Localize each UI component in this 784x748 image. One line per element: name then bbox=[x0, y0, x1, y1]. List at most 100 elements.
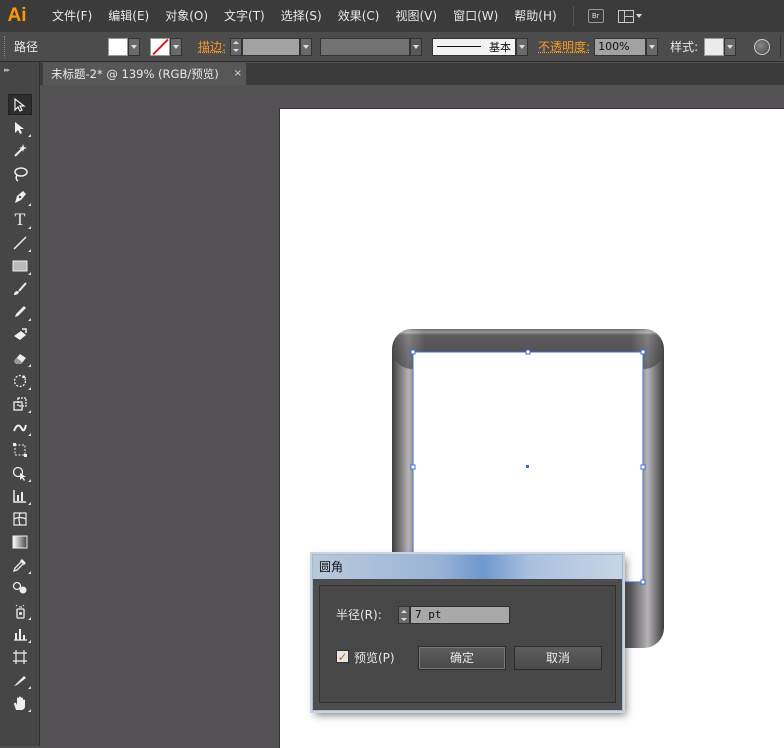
free-transform-tool[interactable] bbox=[8, 439, 32, 460]
blend-tool[interactable] bbox=[8, 577, 32, 598]
radius-input[interactable]: 7 pt bbox=[410, 606, 510, 624]
direct-selection-tool[interactable] bbox=[8, 117, 32, 138]
stroke-weight-input[interactable] bbox=[242, 37, 301, 56]
preview-checkbox[interactable]: ✓ bbox=[336, 650, 349, 663]
hand-tool[interactable] bbox=[8, 692, 32, 713]
menu-window[interactable]: 窗口(W) bbox=[445, 0, 506, 32]
shape-builder-tool[interactable] bbox=[8, 462, 32, 483]
pencil-tool[interactable] bbox=[8, 301, 32, 322]
collapse-panel-icon[interactable]: ▸▸ bbox=[4, 66, 10, 74]
gradient-tool[interactable] bbox=[8, 531, 32, 552]
control-bar: 路径 描边: 基本 不透明度: 100% 样式: bbox=[0, 32, 784, 62]
type-t-icon: T bbox=[14, 210, 26, 229]
stroke-color-picker[interactable] bbox=[150, 37, 182, 56]
opacity-dropdown[interactable] bbox=[646, 37, 659, 56]
magic-wand-tool[interactable] bbox=[8, 140, 32, 161]
graphic-style-picker[interactable] bbox=[704, 37, 737, 56]
stroke-line-preview bbox=[437, 46, 482, 47]
document-tab[interactable]: 未标题-2* @ 139% (RGB/预览) × bbox=[43, 63, 246, 85]
stroke-none-swatch[interactable] bbox=[150, 37, 170, 56]
eyedropper-icon bbox=[12, 558, 26, 572]
column-graph-icon bbox=[14, 628, 27, 641]
stroke-dropdown-button[interactable] bbox=[170, 37, 182, 56]
line-segment-tool[interactable] bbox=[8, 232, 32, 253]
arrow-up-icon bbox=[401, 609, 407, 613]
rotate-tool[interactable] bbox=[8, 370, 32, 391]
rotate-icon bbox=[13, 374, 27, 387]
cancel-button[interactable]: 取消 bbox=[514, 646, 602, 670]
selection-type-label: 路径 bbox=[14, 40, 39, 54]
menu-edit[interactable]: 编辑(E) bbox=[100, 0, 157, 32]
menu-view[interactable]: 视图(V) bbox=[387, 0, 445, 32]
scale-tool[interactable] bbox=[8, 393, 32, 414]
artboard-icon bbox=[13, 649, 27, 664]
magic-wand-icon bbox=[14, 143, 27, 157]
mesh-tool[interactable] bbox=[8, 508, 32, 529]
pen-tool[interactable] bbox=[8, 186, 32, 207]
brush-definition-dropdown[interactable] bbox=[516, 37, 529, 56]
chevron-down-icon bbox=[649, 44, 656, 49]
menu-separator bbox=[572, 6, 574, 26]
menu-type[interactable]: 文字(T) bbox=[216, 0, 273, 32]
lasso-tool[interactable] bbox=[8, 163, 32, 184]
ok-button[interactable]: 确定 bbox=[418, 646, 506, 670]
arrow-up-icon bbox=[233, 41, 240, 44]
anchor-point[interactable] bbox=[640, 579, 646, 585]
rectangle-tool[interactable] bbox=[8, 255, 32, 276]
artboard-tool[interactable] bbox=[8, 646, 32, 667]
preview-label[interactable]: 预览(P) bbox=[354, 649, 395, 666]
anchor-point[interactable] bbox=[640, 464, 646, 470]
tools-panel: ▸▸ T bbox=[0, 62, 40, 746]
selection-tool[interactable] bbox=[8, 94, 32, 115]
eraser-tool[interactable] bbox=[8, 347, 32, 368]
symbol-sprayer-tool[interactable] bbox=[8, 600, 32, 621]
paintbrush-tool[interactable] bbox=[8, 278, 32, 299]
brush-definition-picker[interactable]: 基本 bbox=[432, 37, 529, 56]
menu-help[interactable]: 帮助(H) bbox=[506, 0, 564, 32]
fill-dropdown-button[interactable] bbox=[128, 37, 140, 56]
width-tool[interactable] bbox=[8, 416, 32, 437]
direct-selection-arrow-icon bbox=[15, 121, 24, 134]
graphic-style-swatch[interactable] bbox=[704, 37, 725, 56]
menu-effect[interactable]: 效果(C) bbox=[330, 0, 388, 32]
arrange-documents-button[interactable] bbox=[617, 9, 642, 23]
anchor-point[interactable] bbox=[410, 349, 416, 355]
opacity-input[interactable]: 100% bbox=[594, 37, 647, 56]
chevron-down-icon bbox=[173, 44, 179, 49]
stroke-weight-stepper[interactable] bbox=[230, 37, 243, 56]
menu-file[interactable]: 文件(F) bbox=[44, 0, 100, 32]
slice-tool[interactable] bbox=[8, 669, 32, 690]
eyedropper-tool[interactable] bbox=[8, 554, 32, 575]
type-tool[interactable]: T bbox=[8, 209, 32, 230]
brush-definition-box[interactable]: 基本 bbox=[432, 37, 517, 56]
variable-width-dropdown[interactable] bbox=[410, 37, 423, 56]
menu-select[interactable]: 选择(S) bbox=[273, 0, 330, 32]
anchor-point[interactable] bbox=[640, 349, 646, 355]
shape-builder-icon bbox=[12, 466, 26, 481]
perspective-grid-tool[interactable] bbox=[8, 485, 32, 506]
fill-color-picker[interactable] bbox=[108, 37, 140, 56]
close-icon[interactable]: × bbox=[234, 63, 242, 85]
chevron-down-icon bbox=[303, 44, 310, 49]
fill-swatch[interactable] bbox=[108, 37, 128, 56]
variable-width-profile[interactable] bbox=[320, 37, 411, 56]
opacity-label[interactable]: 不透明度: bbox=[538, 38, 590, 55]
anchor-point[interactable] bbox=[410, 464, 416, 470]
bridge-button[interactable]: Br bbox=[587, 9, 604, 23]
lasso-icon bbox=[14, 166, 28, 182]
recolor-artwork-icon[interactable] bbox=[754, 38, 771, 55]
dialog-title-bar[interactable]: 圆角 bbox=[313, 555, 622, 579]
stroke-label[interactable]: 描边: bbox=[198, 38, 226, 55]
blob-brush-tool[interactable] bbox=[8, 324, 32, 345]
graphic-style-dropdown[interactable] bbox=[724, 37, 737, 56]
perspective-grid-icon bbox=[13, 489, 26, 503]
column-graph-tool[interactable] bbox=[8, 623, 32, 644]
paintbrush-icon bbox=[14, 281, 27, 295]
symbol-sprayer-icon bbox=[15, 604, 25, 619]
menu-object[interactable]: 对象(O) bbox=[157, 0, 216, 32]
stroke-weight-dropdown[interactable] bbox=[300, 37, 313, 56]
chevron-down-icon bbox=[413, 44, 420, 49]
hand-icon bbox=[14, 696, 25, 710]
radius-stepper[interactable] bbox=[398, 606, 410, 624]
anchor-point[interactable] bbox=[525, 349, 531, 355]
